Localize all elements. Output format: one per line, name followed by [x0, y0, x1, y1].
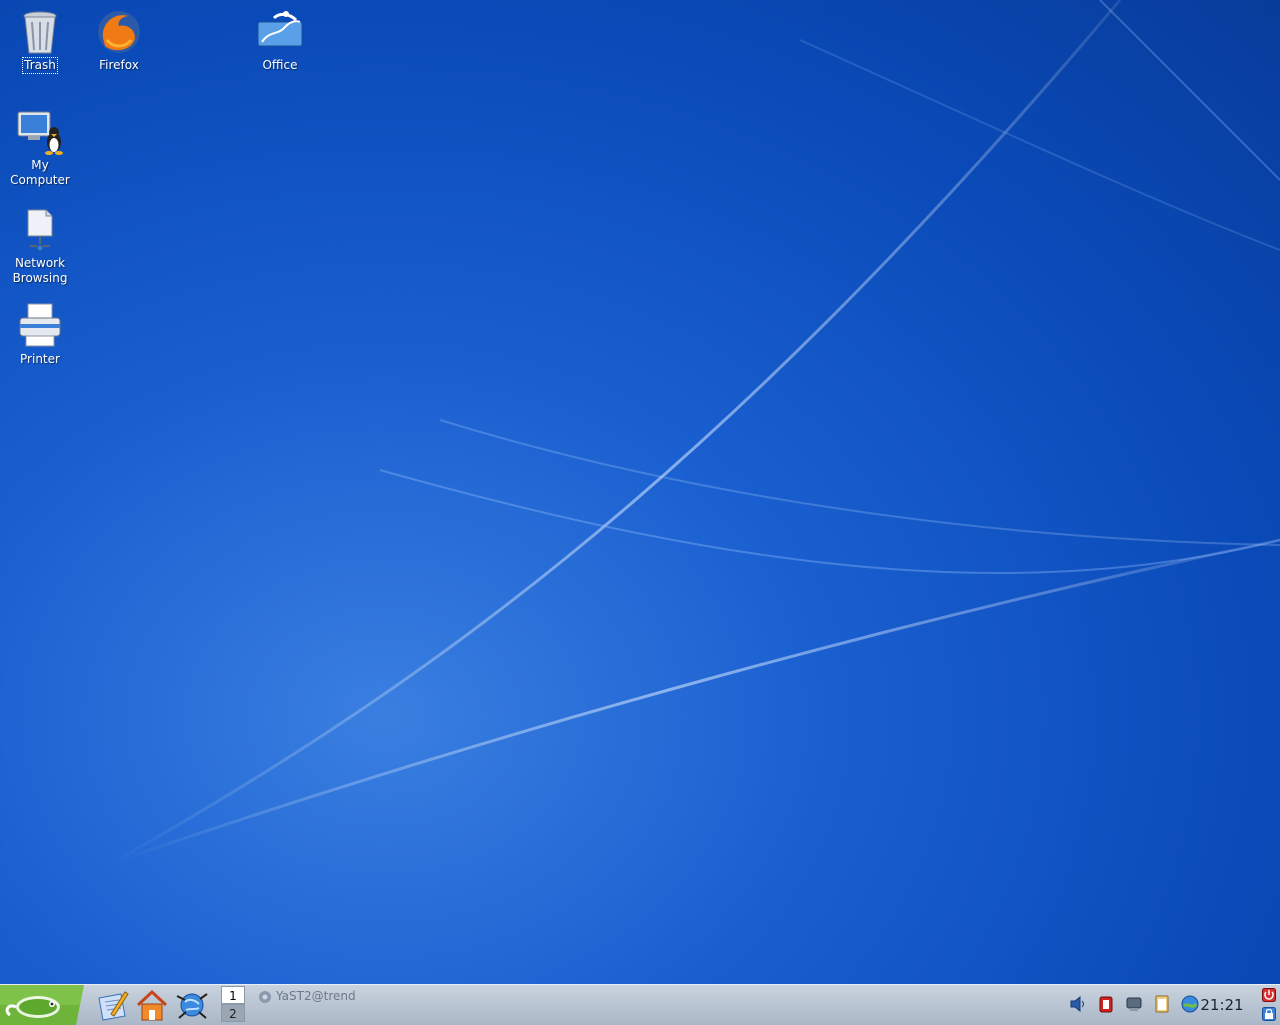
taskbar-entry-label: YaST2@trend	[276, 989, 356, 1003]
desktop-icon-label: My Computer	[9, 158, 71, 188]
desktop-icon-my-computer[interactable]: My Computer	[0, 108, 80, 188]
desktop-icon-printer[interactable]: Printer	[0, 302, 80, 367]
yast-icon	[259, 990, 271, 1003]
desktop-icon-network-browsing[interactable]: Network Browsing	[0, 206, 80, 286]
lock-screen-icon[interactable]	[1262, 1007, 1276, 1021]
desktop-icon-label: Network Browsing	[12, 256, 69, 286]
desktop-icon-firefox[interactable]: Firefox	[79, 8, 159, 73]
printer-icon	[19, 303, 61, 347]
pager-desktop-2[interactable]: 2	[221, 1004, 245, 1022]
network-icon	[27, 209, 53, 252]
firefox-icon	[98, 11, 140, 53]
desktop-icon-label: Office	[262, 58, 298, 72]
kde-panel: 1 2 YaST2@trend 21:21	[0, 984, 1280, 1025]
konqueror-browser-icon[interactable]	[175, 988, 209, 1022]
desktop-pager: 1 2	[221, 986, 245, 1024]
label-line: Network	[14, 256, 66, 270]
volume-icon[interactable]	[1068, 994, 1088, 1014]
kde-clipboard-icon[interactable]	[1152, 994, 1172, 1014]
desktop-icon-label: Firefox	[99, 58, 139, 72]
computer-icon	[17, 111, 63, 155]
pager-desktop-1[interactable]: 1	[221, 986, 245, 1004]
label-line: Browsing	[12, 271, 68, 285]
desktop-icon-trash[interactable]: Trash	[0, 8, 80, 74]
taskbar-entry-yast2[interactable]: YaST2@trend	[258, 987, 356, 1005]
desktop-icon-office[interactable]: Office	[240, 8, 320, 73]
office-icon	[257, 11, 303, 47]
desktop-icon-label: Trash	[22, 57, 58, 74]
panel-clock[interactable]: 21:21	[1192, 985, 1252, 1025]
label-line: My	[31, 158, 49, 172]
kmenu-button[interactable]	[0, 985, 84, 1025]
network-tray-icon[interactable]	[1124, 994, 1144, 1014]
text-editor-icon[interactable]	[95, 988, 129, 1022]
system-tray	[1068, 993, 1203, 1017]
trash-icon	[23, 11, 57, 54]
home-icon[interactable]	[135, 988, 169, 1022]
klipper-clipboard-icon[interactable]	[1096, 994, 1116, 1014]
label-line: Computer	[10, 173, 70, 187]
desktop-icon-label: Printer	[20, 352, 60, 366]
logout-icon[interactable]	[1262, 988, 1276, 1002]
wallpaper	[99, 0, 1280, 872]
